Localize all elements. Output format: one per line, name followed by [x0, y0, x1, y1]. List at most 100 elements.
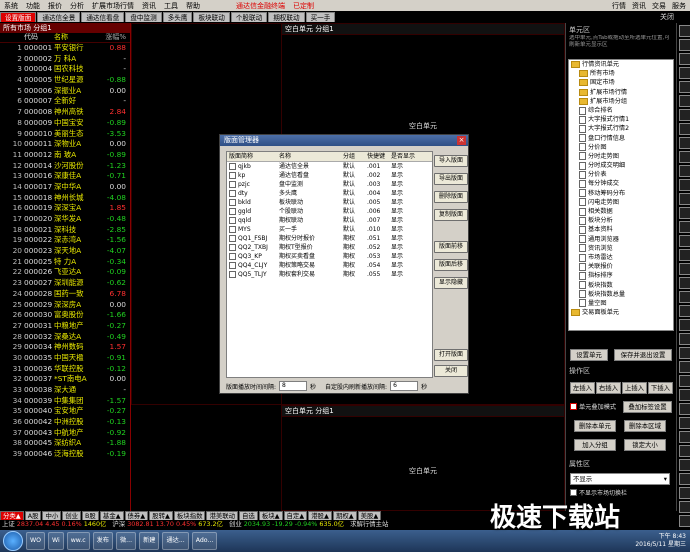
stock-row[interactable]: 30 000035 中国天楹 -0.91 — [0, 353, 130, 364]
open-layout-button[interactable]: 打开版面 — [434, 349, 468, 361]
add-group-button[interactable]: 加入分组 — [574, 439, 616, 451]
save-exit-button[interactable]: 保存并退出设置 — [614, 349, 672, 361]
toolbar-tool-icon[interactable] — [679, 459, 690, 471]
layout-tab[interactable]: 通达信全景 — [37, 12, 81, 22]
toolbar-tool-icon[interactable] — [679, 39, 690, 51]
overlay-mode-checkbox[interactable]: 单元叠加模式 — [570, 402, 616, 411]
col-change[interactable]: 涨幅% — [96, 33, 126, 42]
toolbar-tool-icon[interactable] — [679, 403, 690, 415]
menu-item[interactable]: 功能 — [22, 1, 44, 11]
tree-node[interactable]: 板块分析 — [569, 216, 673, 225]
checkbox-icon[interactable] — [229, 199, 236, 206]
stock-row[interactable]: 31 000036 华联控股 -0.12 — [0, 364, 130, 375]
stock-row[interactable]: 1 000001 平安银行 0.88 — [0, 43, 130, 54]
taskbar-item[interactable]: Ado... — [191, 532, 218, 550]
insert-down-button[interactable]: 下插入 — [648, 382, 673, 394]
tree-node[interactable]: 板块指数总量 — [569, 290, 673, 299]
menu-item[interactable]: 帮助 — [182, 1, 204, 11]
stock-row[interactable]: 35 000040 宝安地产 -0.27 — [0, 406, 130, 417]
grid-col-short[interactable]: 版面简称 — [227, 152, 279, 161]
stock-row[interactable]: 18 000021 深科技 -2.85 — [0, 225, 130, 236]
toolbar-tool-icon[interactable] — [679, 501, 690, 513]
checkbox-icon[interactable] — [229, 226, 236, 233]
toggle-show-button[interactable]: 显示隐藏 — [434, 277, 468, 289]
tree-node[interactable]: 指标排序 — [569, 271, 673, 280]
insert-up-button[interactable]: 上插入 — [622, 382, 647, 394]
tree-node[interactable]: 基本资料 — [569, 225, 673, 234]
toolbar-tool-icon[interactable] — [679, 179, 690, 191]
grid-col-show[interactable]: 是否显示 — [391, 152, 421, 161]
taskbar-item[interactable]: 新建 — [139, 532, 160, 550]
toolbar-tool-icon[interactable] — [679, 375, 690, 387]
tree-node[interactable]: 量空图 — [569, 299, 673, 308]
layout-tab[interactable]: 个股联动 — [230, 12, 268, 22]
stock-row[interactable]: 36 000042 中洲控股 -0.13 — [0, 417, 130, 428]
hide-market-bar-checkbox[interactable]: 不显示市场切换栏 — [570, 488, 627, 497]
menu-item[interactable]: 报价 — [44, 1, 66, 11]
toolbar-tool-icon[interactable] — [679, 417, 690, 429]
tree-node[interactable]: 相关数据 — [569, 207, 673, 216]
display-select[interactable]: 不显示 ▾ — [570, 473, 670, 485]
grid-col-group[interactable]: 分组 — [343, 152, 367, 161]
stock-row[interactable]: 14 000017 深中华A 0.00 — [0, 182, 130, 193]
move-up-button[interactable]: 版面前移 — [434, 241, 468, 253]
toolbar-tool-icon[interactable] — [679, 151, 690, 163]
stock-row[interactable]: 27 000031 中粮地产 -0.27 — [0, 321, 130, 332]
toolbar-tool-icon[interactable] — [679, 137, 690, 149]
toolbar-tool-icon[interactable] — [679, 361, 690, 373]
stock-row[interactable]: 11 000012 南 玻A -0.89 — [0, 150, 130, 161]
stock-row[interactable]: 6 000007 全新好 - — [0, 96, 130, 107]
toolbar-tool-icon[interactable] — [679, 319, 690, 331]
toolbar-tool-icon[interactable] — [679, 263, 690, 275]
layout-tab[interactable]: 设置版面 — [0, 12, 37, 22]
taskbar-item[interactable]: 微... — [116, 532, 137, 550]
toolbar-tool-icon[interactable] — [679, 347, 690, 359]
tree-node[interactable]: 国定市场 — [569, 78, 673, 87]
layout-row[interactable]: QQ2_TXBJ 期权T型报价 期权 .052 显示 — [227, 243, 432, 252]
tree-node[interactable]: 大字报式行情2 — [569, 124, 673, 133]
checkbox-icon[interactable] — [229, 271, 236, 278]
tree-node[interactable]: 闪电走势图 — [569, 198, 673, 207]
stock-row[interactable]: 13 000016 深康佳A -0.71 — [0, 171, 130, 182]
tree-node[interactable]: 关联报价 — [569, 262, 673, 271]
toolbar-tool-icon[interactable] — [679, 249, 690, 261]
layout-row[interactable]: MYS 买一手 默认 .010 显示 — [227, 225, 432, 234]
toolbar-tool-icon[interactable] — [679, 445, 690, 457]
close-dialog-button[interactable]: 关闭 — [434, 365, 468, 377]
layout-row[interactable]: QQ5_TLJY 期权套利交易 期权 .055 显示 — [227, 270, 432, 279]
menubar-right-item[interactable]: 服务 — [672, 1, 686, 11]
stock-row[interactable]: 22 000026 飞亚达A -0.09 — [0, 267, 130, 278]
menu-item[interactable]: 扩展市场行情 — [88, 1, 138, 11]
tree-node[interactable]: 盘口行情信息 — [569, 134, 673, 143]
layout-row[interactable]: qqld 期权联动 默认 .007 显示 — [227, 216, 432, 225]
index-quote[interactable]: 上证 2837.04 4.45 0.16% 1460亿 — [2, 520, 106, 529]
import-layout-button[interactable]: 导入版面 — [434, 155, 468, 167]
checkbox-icon[interactable] — [229, 163, 236, 170]
layout-row[interactable]: QQ1_FSBJ 期权分时报价 期权 .051 显示 — [227, 234, 432, 243]
tree-node[interactable]: 所有市场 — [569, 69, 673, 78]
toolbar-tool-icon[interactable] — [679, 277, 690, 289]
tree-node[interactable]: 板块指数 — [569, 281, 673, 290]
index-quote[interactable]: 沪深 3082.81 13.70 0.45% 673.2亿 — [112, 520, 223, 529]
tree-node[interactable]: 行情资讯单元 — [569, 60, 673, 69]
checkbox-icon[interactable] — [229, 217, 236, 224]
copy-layout-button[interactable]: 复制版面 — [434, 209, 468, 221]
stock-row[interactable]: 25 000029 深深房A 0.00 — [0, 300, 130, 311]
checkbox-icon[interactable] — [229, 253, 236, 260]
tree-node[interactable]: 扩展市场行情 — [569, 88, 673, 97]
bottom-blank-unit[interactable]: 空白单元 分组1 空白单元 — [281, 405, 565, 511]
checkbox-icon[interactable] — [229, 181, 236, 188]
toolbar-tool-icon[interactable] — [679, 123, 690, 135]
tree-node[interactable]: 每分钟成交 — [569, 179, 673, 189]
tree-node[interactable]: 通用浏览器 — [569, 235, 673, 244]
tree-node[interactable]: 综合排名 — [569, 106, 673, 115]
tree-node[interactable]: 移动筹码分布 — [569, 189, 673, 198]
stock-row[interactable]: 19 000022 深赤湾A -1.56 — [0, 235, 130, 246]
layout-row[interactable]: kp 通达信看盘 默认 .002 显示 — [227, 171, 432, 180]
stock-row[interactable]: 9 000010 美丽生态 -3.53 — [0, 129, 130, 140]
delete-unit-button[interactable]: 删除本单元 — [574, 420, 616, 432]
toolbar-tool-icon[interactable] — [679, 389, 690, 401]
grid-col-key[interactable]: 快捷键 — [367, 152, 391, 161]
menu-item[interactable]: 资讯 — [138, 1, 160, 11]
stock-row[interactable]: 37 000043 中航地产 -0.92 — [0, 428, 130, 439]
